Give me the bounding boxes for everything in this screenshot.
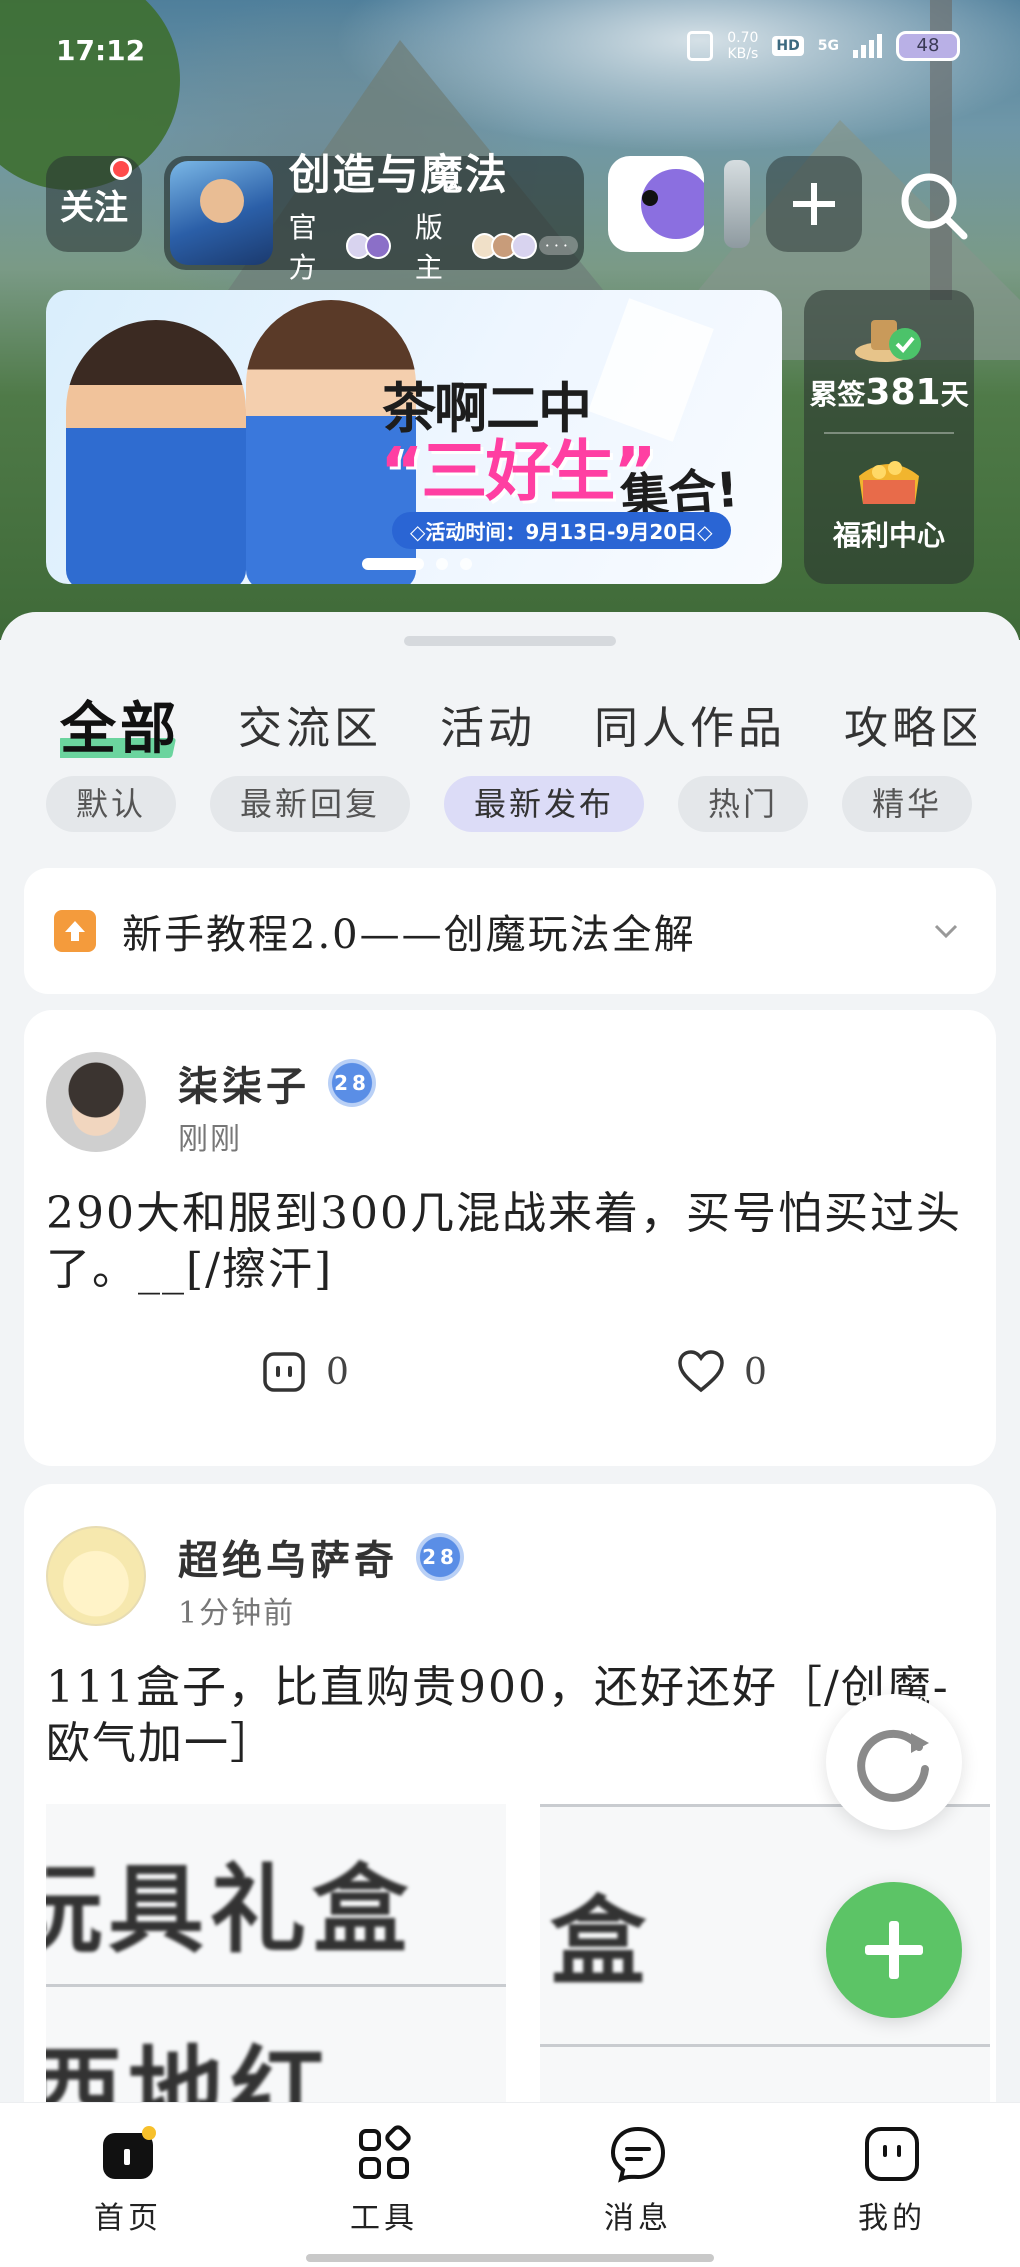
welfare-center-label: 福利中心	[832, 519, 945, 552]
avatar[interactable]	[46, 1526, 146, 1626]
banner-date: ◇活动时间：9月13日-9月20日◇	[392, 512, 731, 549]
checkin-label: 累签381天	[809, 372, 969, 413]
plus-icon	[865, 1921, 923, 1979]
post-time: 刚刚	[178, 1122, 242, 1157]
avatar[interactable]	[46, 1052, 146, 1152]
welfare-center-button[interactable]: 福利中心	[804, 446, 974, 554]
comment-icon	[263, 1352, 305, 1392]
level-badge: 28	[416, 1533, 464, 1581]
post-author[interactable]: 柒柒子 28	[178, 1054, 376, 1112]
game-switcher[interactable]: 创造与魔法 官方 版主 ···	[164, 150, 584, 284]
image-text: 玩具礼盒	[46, 1853, 414, 1966]
create-post-button[interactable]	[826, 1882, 962, 2018]
heart-icon	[678, 1350, 724, 1393]
plus-icon	[793, 183, 835, 225]
more-moderators: ···	[538, 236, 579, 255]
level-badge: 28	[328, 1059, 376, 1107]
official-avatar	[365, 232, 391, 259]
side-panel: 累签381天 福利中心	[804, 290, 974, 584]
follow-label: 关注	[60, 187, 128, 228]
treasure-icon	[859, 461, 919, 504]
tab-discussion[interactable]: 交流区	[238, 692, 382, 756]
vibrate-icon	[687, 31, 714, 61]
filter-hot[interactable]: 热门	[678, 776, 809, 832]
tab-events[interactable]: 活动	[440, 692, 536, 756]
post-content[interactable]: 290大和服到300几混战来着，买号怕买过头了。__[/擦汗]	[46, 1186, 976, 1298]
nav-me-label: 我的	[858, 2201, 926, 2236]
add-game-button[interactable]	[766, 156, 862, 252]
notice-title: 新手教程2.0——创魔玩法全解	[122, 912, 696, 958]
filter-featured[interactable]: 精华	[842, 776, 973, 832]
content-panel: 全部 交流区 活动 同人作品 攻略区 默认 最新回复 最新发布 热门 精华 新手…	[0, 612, 1020, 2184]
tab-all[interactable]: 全部	[60, 696, 180, 762]
drag-handle[interactable]	[404, 636, 616, 646]
post-author[interactable]: 超绝乌萨奇 28	[178, 1528, 464, 1586]
image-text: 盒	[550, 1885, 652, 1998]
comment-count: 0	[326, 1351, 349, 1393]
refresh-button[interactable]	[826, 1694, 962, 1830]
hd-icon: HD	[772, 36, 804, 56]
event-banner[interactable]: 茶啊二中 “三好生” 集合! ◇活动时间：9月13日-9月20日◇	[46, 290, 782, 584]
net-speed: 0.70 KB/s	[727, 30, 759, 62]
status-icons: 0.70 KB/s HD 5G 48	[687, 30, 960, 62]
nav-messages[interactable]: 消息	[558, 2123, 718, 2237]
bottom-nav: 首页 工具 消息 我的	[0, 2102, 1020, 2267]
post-card[interactable]: 柒柒子 28 刚刚 290大和服到300几混战来着，买号怕买过头了。__[/擦汗…	[24, 1010, 996, 1466]
official-label: 官方	[288, 210, 321, 284]
tab-guides[interactable]: 攻略区	[844, 692, 976, 756]
grid-icon	[359, 2125, 411, 2179]
like-button[interactable]: 0	[676, 1348, 767, 1396]
notification-dot	[110, 158, 132, 180]
app-shortcut-icon[interactable]	[608, 156, 704, 252]
nav-tools-label: 工具	[350, 2201, 418, 2236]
category-tabs: 全部 交流区 活动 同人作品 攻略区	[60, 684, 976, 764]
post-time: 1分钟前	[178, 1596, 296, 1631]
post-actions: 0 0	[24, 1348, 996, 1408]
nav-me[interactable]: 我的	[812, 2123, 972, 2237]
pinned-notice[interactable]: 新手教程2.0——创魔玩法全解	[24, 868, 996, 994]
banner-character	[66, 320, 246, 584]
home-icon	[103, 2126, 156, 2179]
app-shortcut-icon-partial[interactable]	[724, 160, 750, 248]
filter-latest-post[interactable]: 最新发布	[444, 776, 645, 832]
nav-home[interactable]: 首页	[48, 2123, 208, 2237]
carousel-indicator	[362, 558, 472, 570]
nav-home-label: 首页	[94, 2201, 162, 2236]
network-type: 5G	[817, 38, 839, 54]
profile-icon	[865, 2127, 919, 2181]
tab-fan-works[interactable]: 同人作品	[594, 692, 786, 756]
message-icon	[610, 2126, 666, 2183]
checkin-icon	[855, 320, 921, 362]
filter-latest-reply[interactable]: 最新回复	[210, 776, 411, 832]
home-indicator[interactable]	[306, 2254, 714, 2262]
search-icon[interactable]	[896, 168, 972, 244]
comment-button[interactable]: 0	[260, 1348, 349, 1396]
carousel-dot-active	[362, 558, 424, 570]
banner-title-highlight: “三好生”	[380, 433, 657, 510]
status-time: 17:12	[56, 34, 146, 67]
nav-tools[interactable]: 工具	[304, 2123, 464, 2237]
chevron-down-icon[interactable]	[926, 911, 966, 951]
follow-button[interactable]: 关注	[46, 156, 142, 252]
nav-messages-label: 消息	[604, 2201, 672, 2236]
battery-icon: 48	[896, 31, 960, 61]
game-icon	[170, 161, 273, 265]
filter-default[interactable]: 默认	[46, 776, 177, 832]
moderator-avatar	[511, 232, 537, 259]
sort-filters: 默认 最新回复 最新发布 热门 精华	[46, 776, 976, 836]
checkin-button[interactable]: 累签381天	[804, 304, 974, 413]
carousel-dot	[460, 558, 472, 570]
refresh-icon	[857, 1729, 929, 1802]
like-count: 0	[744, 1351, 767, 1393]
carousel-dot	[436, 558, 448, 570]
moderator-label: 版主	[414, 210, 447, 284]
game-title: 创造与魔法	[288, 149, 509, 199]
pin-up-icon	[54, 910, 96, 952]
divider	[824, 432, 954, 434]
signal-icon	[853, 34, 882, 58]
post-card[interactable]: 超绝乌萨奇 28 1分钟前 111盒子，比直购贵900，还好还好［/创魔-欧气加…	[24, 1484, 996, 2184]
